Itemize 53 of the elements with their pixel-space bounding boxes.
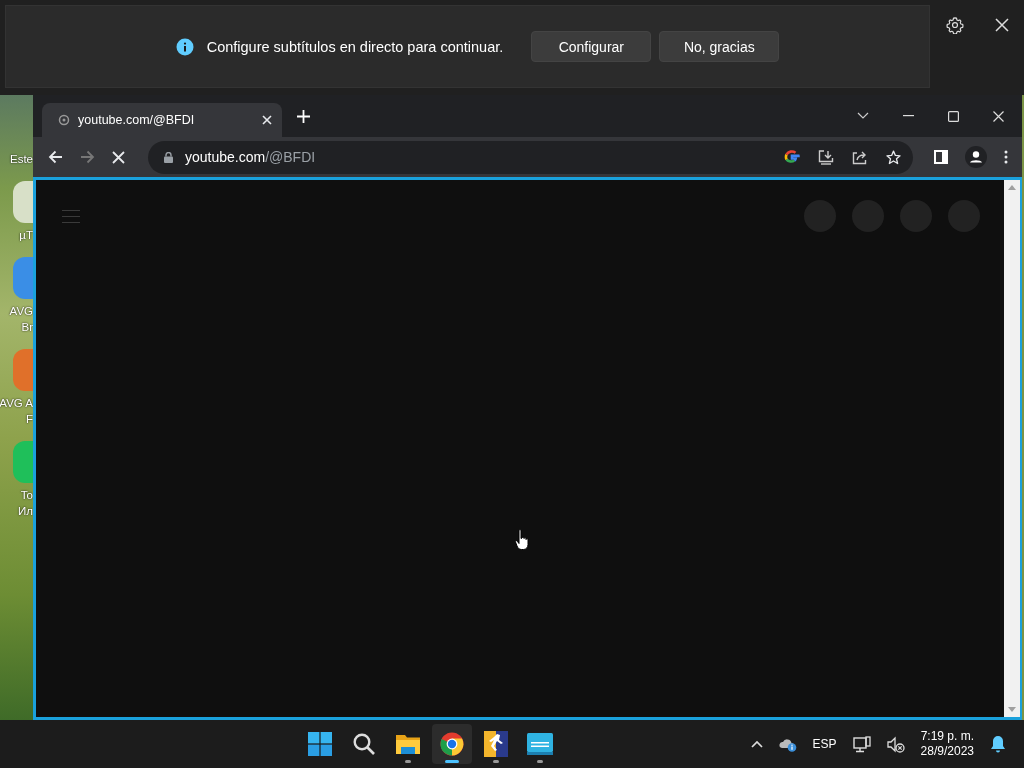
runner-icon bbox=[484, 731, 509, 757]
banner-button[interactable]: Configurar bbox=[531, 31, 652, 62]
taskbar-button[interactable] bbox=[432, 724, 473, 764]
desktop-icon-label: AVG bbox=[9, 304, 33, 319]
clock-time: 7:19 p. m. bbox=[920, 729, 974, 744]
desktop-icon-label: Br bbox=[21, 320, 33, 335]
side-panel-icon[interactable] bbox=[934, 150, 948, 164]
menu-icon[interactable] bbox=[1004, 150, 1008, 164]
muted-speaker-icon[interactable] bbox=[886, 735, 905, 753]
tab-title: youtube.com/@BFDI bbox=[78, 113, 196, 127]
clock[interactable]: 7:19 p. m. 28/9/2023 bbox=[920, 729, 974, 759]
star-icon[interactable] bbox=[886, 149, 901, 165]
info-icon bbox=[175, 37, 194, 56]
chevron-up-icon[interactable] bbox=[750, 740, 763, 748]
desktop-icon-label: Ил bbox=[18, 504, 33, 519]
url-text: youtube.com/@BFDI bbox=[185, 149, 316, 165]
cloud-icon[interactable] bbox=[778, 736, 797, 752]
maximize-icon[interactable] bbox=[948, 110, 959, 122]
folder-icon bbox=[395, 733, 422, 755]
settings-icon[interactable] bbox=[945, 16, 964, 34]
monitor-icon bbox=[527, 733, 554, 755]
lock-icon bbox=[164, 151, 173, 163]
forward-arrow-icon[interactable] bbox=[80, 150, 95, 164]
plus-icon[interactable] bbox=[297, 109, 310, 123]
hand-cursor-icon bbox=[515, 529, 529, 551]
desktop-icon-label: µT bbox=[19, 228, 33, 243]
input-language[interactable]: ESP bbox=[812, 737, 837, 751]
clock-date: 28/9/2023 bbox=[920, 744, 974, 759]
banner-message: Configure subtítulos en directo para continuar. bbox=[206, 38, 504, 55]
windows-logo-icon bbox=[308, 732, 333, 756]
close-icon[interactable] bbox=[994, 18, 1009, 32]
bell-icon[interactable] bbox=[990, 735, 1006, 753]
install-icon[interactable] bbox=[818, 149, 834, 165]
browser-tab[interactable]: youtube.com/@BFDI bbox=[42, 103, 282, 137]
google-icon[interactable] bbox=[784, 149, 800, 165]
chevron-down-icon[interactable] bbox=[857, 112, 869, 120]
close-icon[interactable] bbox=[993, 110, 1004, 122]
desktop-icon-label: F bbox=[25, 412, 33, 427]
desktop-icon-label: To bbox=[20, 488, 33, 503]
banner-button[interactable]: No, gracias bbox=[659, 31, 780, 62]
profile-icon[interactable] bbox=[965, 146, 987, 168]
search-icon bbox=[353, 733, 376, 755]
network-icon[interactable] bbox=[852, 735, 871, 753]
desktop-icon-label: AVG A bbox=[0, 396, 33, 411]
chrome-icon bbox=[440, 732, 465, 756]
desktop-icon-label: Este bbox=[10, 152, 33, 167]
back-arrow-icon[interactable] bbox=[48, 150, 63, 164]
stop-icon[interactable] bbox=[112, 150, 125, 164]
close-icon[interactable] bbox=[262, 115, 272, 125]
minimize-icon[interactable] bbox=[903, 115, 914, 117]
address-bar[interactable]: youtube.com/@BFDI bbox=[148, 140, 913, 174]
globe-icon bbox=[58, 114, 70, 126]
share-icon[interactable] bbox=[852, 149, 868, 165]
